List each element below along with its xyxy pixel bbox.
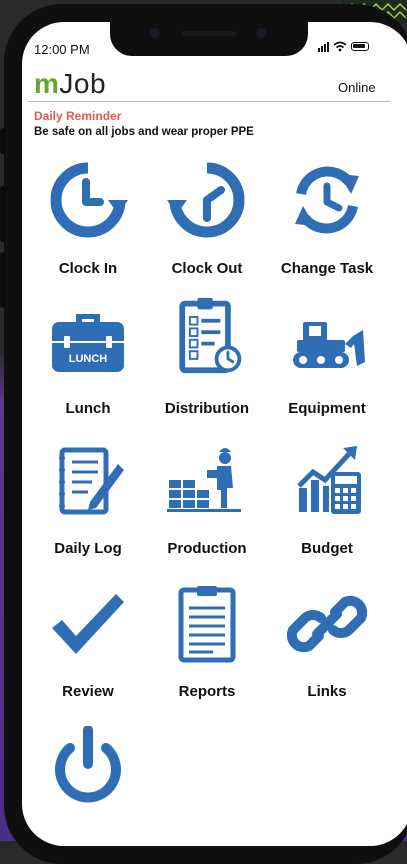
power-icon bbox=[55, 726, 121, 803]
tile-change-task[interactable]: Change Task bbox=[266, 160, 388, 280]
reminder-title: Daily Reminder bbox=[34, 109, 122, 123]
tile-production[interactable]: Production bbox=[146, 440, 268, 560]
tile-distribution[interactable]: Distribution bbox=[146, 296, 268, 417]
tile-label: Budget bbox=[301, 540, 353, 557]
chart-calculator-icon bbox=[297, 446, 361, 514]
tile-equipment[interactable]: Equipment bbox=[266, 300, 388, 420]
lunch-box-text: LUNCH bbox=[69, 353, 108, 365]
tile-label: Reports bbox=[178, 683, 236, 700]
tile-label: Review bbox=[62, 683, 114, 700]
lunch-box-icon: LUNCH bbox=[52, 314, 124, 372]
tile-label: Links bbox=[307, 683, 347, 700]
status-icons bbox=[318, 41, 369, 52]
wifi-icon bbox=[333, 41, 347, 52]
phone-mockup: 12:00 PM mJob Online Daily Reminder Be s… bbox=[0, 0, 407, 864]
tile-lunch[interactable]: LUNCH Lunch bbox=[27, 300, 149, 420]
header-divider bbox=[28, 101, 390, 102]
connection-status: Online bbox=[338, 80, 376, 95]
tile-label: Equipment bbox=[288, 400, 366, 417]
change-task-icon bbox=[295, 166, 359, 234]
tile-daily-log[interactable]: Daily Log bbox=[27, 440, 149, 560]
tile-label: Daily Log bbox=[54, 540, 122, 557]
volume-down-button bbox=[0, 252, 6, 308]
tile-logout[interactable] bbox=[27, 726, 149, 846]
tile-label: Clock Out bbox=[171, 260, 243, 277]
speaker-grille bbox=[182, 31, 236, 36]
tile-label: Distribution bbox=[164, 400, 250, 417]
sensor-icon bbox=[256, 28, 266, 38]
volume-up-button bbox=[0, 186, 6, 242]
tile-links[interactable]: Links bbox=[266, 584, 388, 704]
tile-clock-in[interactable]: Clock In bbox=[27, 160, 149, 280]
battery-icon bbox=[351, 42, 369, 51]
clock-in-icon bbox=[50, 162, 128, 238]
tile-clock-out[interactable]: Clock Out bbox=[146, 160, 268, 280]
tile-label: Production bbox=[167, 540, 247, 557]
report-clipboard-icon bbox=[178, 586, 236, 663]
bulldozer-icon bbox=[293, 322, 365, 368]
chain-link-icon bbox=[287, 595, 367, 653]
notepad-pencil-icon bbox=[59, 447, 124, 515]
tile-reports[interactable]: Reports bbox=[146, 584, 268, 704]
camera-icon bbox=[150, 28, 160, 38]
tile-budget[interactable]: Budget bbox=[266, 440, 388, 560]
reminder-text: Be safe on all jobs and wear proper PPE bbox=[34, 126, 254, 138]
app-logo: mJob bbox=[34, 68, 107, 99]
tile-label: Change Task bbox=[280, 260, 374, 277]
signal-icon bbox=[318, 41, 329, 52]
tile-label: Clock In bbox=[58, 260, 118, 277]
tile-review[interactable]: Review bbox=[27, 584, 149, 704]
phone-notch bbox=[110, 18, 308, 56]
phone-screen bbox=[22, 22, 407, 846]
mute-switch bbox=[0, 128, 6, 154]
status-time: 12:00 PM bbox=[34, 42, 90, 57]
clock-out-icon bbox=[167, 162, 245, 238]
tile-label: Lunch bbox=[65, 400, 111, 417]
checkmark-icon bbox=[52, 594, 124, 654]
worker-bricks-icon bbox=[167, 448, 241, 512]
clipboard-checklist-icon bbox=[179, 297, 242, 374]
